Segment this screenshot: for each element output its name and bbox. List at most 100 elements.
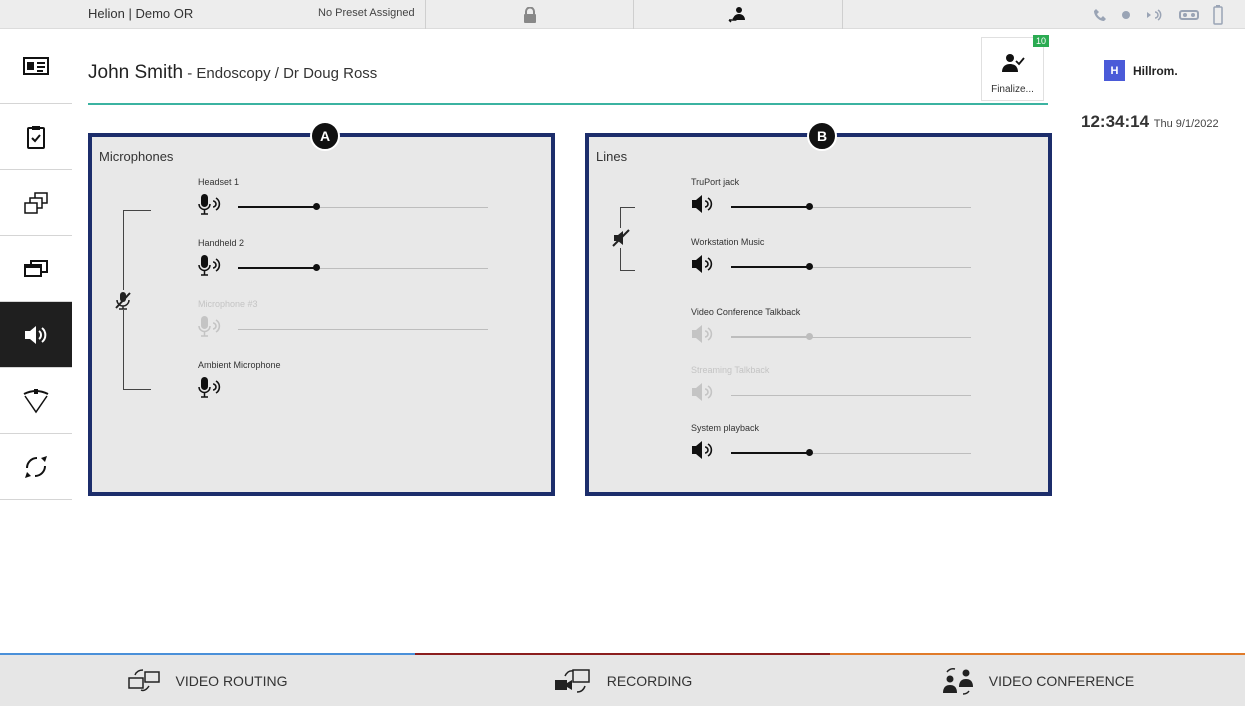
callout-b: B	[807, 121, 837, 151]
channel-handheld-2: Handheld 2	[198, 238, 488, 288]
microphone-icon[interactable]	[198, 193, 228, 215]
tab-recording[interactable]: RECORDING	[415, 653, 830, 706]
user-switch-icon	[728, 6, 745, 23]
title-underline	[88, 103, 1048, 105]
tab-video-conference[interactable]: VIDEO CONFERENCE	[830, 653, 1245, 706]
broadcast-icon	[1147, 9, 1162, 21]
bottom-bar: VIDEO ROUTING RECORDING VIDEO CONFERENCE	[0, 653, 1245, 706]
channel-name: Streaming Talkback	[691, 365, 770, 375]
room-name: Helion | Demo OR	[88, 6, 194, 21]
tab-label: VIDEO ROUTING	[175, 672, 288, 689]
tab-label: RECORDING	[606, 672, 693, 689]
speaker-icon	[25, 325, 47, 344]
sidebar-item-layouts[interactable]	[0, 170, 72, 236]
mic-muted-icon	[115, 292, 131, 310]
clipboard-check-icon	[27, 125, 45, 149]
channel-name: TruPort jack	[691, 177, 740, 187]
channel-name: Ambient Microphone	[198, 360, 281, 370]
channel-name: Video Conference Talkback	[691, 307, 801, 317]
volume-fill	[731, 336, 809, 338]
channel-video-conference-talkback: Video Conference Talkback	[691, 307, 971, 357]
lines-title: Lines	[596, 149, 628, 164]
lines-panel: B Lines TruPort jack Workstation Music V…	[585, 121, 1052, 496]
sidebar-item-checklist[interactable]	[0, 104, 72, 170]
clock: 12:34:14 Thu 9/1/2022	[1081, 112, 1219, 132]
video-conference-icon	[942, 667, 973, 695]
channel-name: Headset 1	[198, 177, 240, 187]
top-bar: Helion | Demo OR No Preset Assigned	[0, 0, 1245, 29]
speaker-icon[interactable]	[691, 439, 721, 461]
sidebar-item-displays[interactable]	[0, 236, 72, 302]
lock-icon	[523, 6, 536, 23]
record-dot-icon	[1122, 11, 1130, 19]
volume-fill	[731, 206, 809, 208]
microphones-title: Microphones	[99, 149, 174, 164]
volume-knob[interactable]	[806, 203, 813, 210]
finalize-label: Finalize...	[991, 84, 1034, 95]
volume-fill	[731, 266, 809, 268]
microphone-icon[interactable]	[198, 376, 228, 398]
sidebar-item-audio[interactable]	[0, 302, 72, 368]
phone-icon	[1094, 9, 1106, 21]
channel-headset-1: Headset 1	[198, 177, 488, 227]
speaker-muted-icon	[612, 229, 630, 247]
surgical-light-icon	[23, 388, 49, 413]
sidebar-item-lights[interactable]	[0, 368, 72, 434]
channel-microphone-3: Microphone #3	[198, 299, 488, 349]
channel-name: Handheld 2	[198, 238, 245, 248]
volume-knob[interactable]	[806, 449, 813, 456]
recording-icon	[554, 668, 590, 693]
microphone-icon[interactable]	[198, 254, 228, 276]
page-title: John Smith - Endoscopy / Dr Doug Ross	[88, 62, 377, 84]
logo-word: Hillrom.	[1133, 63, 1178, 78]
sidebar-item-patient-info[interactable]	[0, 29, 72, 104]
volume-fill	[731, 452, 809, 454]
sidebar	[0, 29, 72, 500]
windows-numbered-icon	[24, 191, 48, 214]
speaker-icon[interactable]	[691, 253, 721, 275]
monitors-icon	[24, 259, 48, 277]
volume-fill	[238, 206, 316, 208]
volume-knob	[806, 333, 813, 340]
logo-mark: H	[1104, 60, 1125, 81]
speaker-icon[interactable]	[691, 193, 721, 215]
user-switch-button[interactable]	[633, 0, 843, 29]
lock-button[interactable]	[425, 0, 633, 29]
finalize-badge: 10	[1032, 35, 1049, 47]
volume-knob[interactable]	[313, 203, 320, 210]
mask-icon	[1179, 10, 1199, 20]
volume-track	[238, 329, 488, 330]
channel-truport-jack: TruPort jack	[691, 177, 971, 227]
volume-knob[interactable]	[806, 263, 813, 270]
volume-fill	[238, 267, 316, 269]
channel-name: System playback	[691, 423, 760, 433]
channel-streaming-talkback: Streaming Talkback	[691, 365, 971, 415]
tab-label: VIDEO CONFERENCE	[988, 672, 1135, 689]
clock-time: 12:34:14	[1081, 112, 1150, 131]
lines-group-mute-button[interactable]	[611, 228, 631, 248]
tab-video-routing[interactable]: VIDEO ROUTING	[0, 653, 415, 706]
id-card-icon	[23, 57, 49, 75]
speaker-icon	[692, 325, 713, 343]
mic-group-mute-button[interactable]	[113, 290, 133, 310]
user-check-icon	[1001, 54, 1025, 72]
volume-knob[interactable]	[313, 264, 320, 271]
clock-date: Thu 9/1/2022	[1153, 118, 1219, 130]
channel-workstation-music: Workstation Music	[691, 237, 971, 287]
patient-name: John Smith	[88, 62, 184, 83]
channel-system-playback: System playback	[691, 423, 971, 473]
ptz-icon	[25, 455, 47, 478]
status-icons	[1093, 5, 1223, 25]
channel-name: Microphone #3	[198, 299, 258, 309]
speaker-icon	[692, 383, 713, 401]
sidebar-item-cameras[interactable]	[0, 434, 72, 500]
volume-track	[731, 395, 971, 396]
procedure-info: - Endoscopy / Dr Doug Ross	[183, 65, 378, 82]
microphones-panel: A Microphones Headset 1 Handheld 2 Micro…	[88, 121, 555, 496]
channel-name: Workstation Music	[691, 237, 765, 247]
finalize-button[interactable]: 10 Finalize...	[981, 35, 1049, 101]
preset-status[interactable]: No Preset Assigned	[318, 7, 415, 19]
brand-logo: H Hillrom.	[1104, 60, 1178, 81]
video-routing-icon	[128, 668, 161, 691]
channel-ambient-microphone: Ambient Microphone	[198, 360, 488, 410]
